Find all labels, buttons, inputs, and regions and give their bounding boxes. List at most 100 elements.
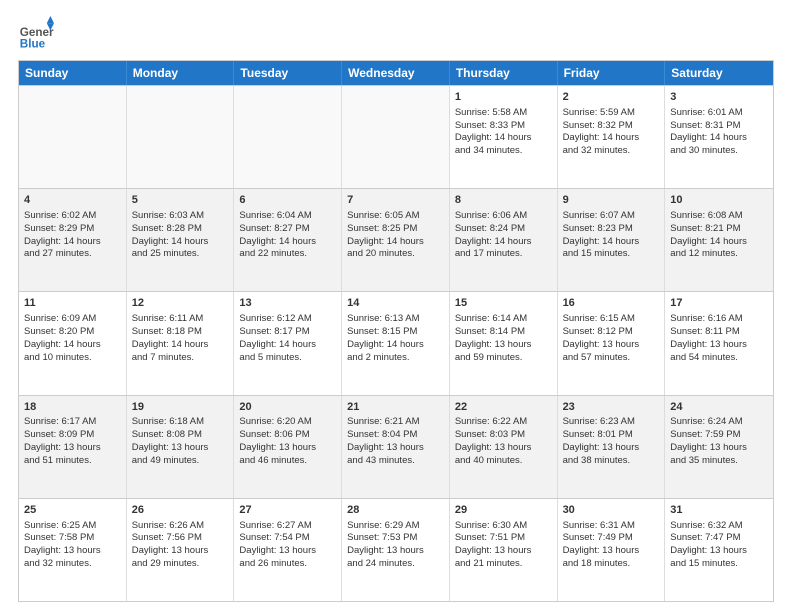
day-info: Daylight: 13 hours bbox=[239, 442, 336, 455]
day-info: Daylight: 14 hours bbox=[563, 132, 660, 145]
day-info: Sunrise: 6:11 AM bbox=[132, 313, 229, 326]
day-number: 6 bbox=[239, 193, 336, 208]
day-info: and 21 minutes. bbox=[455, 558, 552, 571]
day-info: Sunset: 7:53 PM bbox=[347, 532, 444, 545]
calendar-cell: 15Sunrise: 6:14 AMSunset: 8:14 PMDayligh… bbox=[450, 292, 558, 394]
day-number: 31 bbox=[670, 503, 768, 518]
page: General Blue SundayMondayTuesdayWednesda… bbox=[0, 0, 792, 612]
day-info: and 38 minutes. bbox=[563, 455, 660, 468]
day-info: Daylight: 13 hours bbox=[670, 339, 768, 352]
day-info: Daylight: 13 hours bbox=[132, 442, 229, 455]
calendar-cell: 9Sunrise: 6:07 AMSunset: 8:23 PMDaylight… bbox=[558, 189, 666, 291]
day-info: Daylight: 14 hours bbox=[24, 339, 121, 352]
calendar-header: SundayMondayTuesdayWednesdayThursdayFrid… bbox=[19, 61, 773, 85]
calendar-week: 11Sunrise: 6:09 AMSunset: 8:20 PMDayligh… bbox=[19, 291, 773, 394]
day-info: Sunset: 7:49 PM bbox=[563, 532, 660, 545]
day-info: Sunrise: 6:26 AM bbox=[132, 520, 229, 533]
calendar-cell: 22Sunrise: 6:22 AMSunset: 8:03 PMDayligh… bbox=[450, 396, 558, 498]
calendar-cell: 30Sunrise: 6:31 AMSunset: 7:49 PMDayligh… bbox=[558, 499, 666, 601]
calendar-cell: 28Sunrise: 6:29 AMSunset: 7:53 PMDayligh… bbox=[342, 499, 450, 601]
day-info: Daylight: 13 hours bbox=[563, 339, 660, 352]
day-info: Sunrise: 5:58 AM bbox=[455, 107, 552, 120]
day-info: Sunrise: 6:03 AM bbox=[132, 210, 229, 223]
day-info: Sunset: 7:56 PM bbox=[132, 532, 229, 545]
day-info: Sunrise: 6:17 AM bbox=[24, 416, 121, 429]
day-info: Sunset: 8:28 PM bbox=[132, 223, 229, 236]
day-number: 27 bbox=[239, 503, 336, 518]
day-number: 17 bbox=[670, 296, 768, 311]
calendar-cell: 12Sunrise: 6:11 AMSunset: 8:18 PMDayligh… bbox=[127, 292, 235, 394]
day-info: Daylight: 14 hours bbox=[24, 236, 121, 249]
header: General Blue bbox=[18, 16, 774, 52]
calendar-cell: 27Sunrise: 6:27 AMSunset: 7:54 PMDayligh… bbox=[234, 499, 342, 601]
day-info: Sunrise: 6:27 AM bbox=[239, 520, 336, 533]
day-info: and 30 minutes. bbox=[670, 145, 768, 158]
day-info: Sunset: 8:09 PM bbox=[24, 429, 121, 442]
day-info: Sunrise: 6:14 AM bbox=[455, 313, 552, 326]
calendar-cell: 25Sunrise: 6:25 AMSunset: 7:58 PMDayligh… bbox=[19, 499, 127, 601]
day-info: Daylight: 14 hours bbox=[132, 339, 229, 352]
calendar-cell: 24Sunrise: 6:24 AMSunset: 7:59 PMDayligh… bbox=[665, 396, 773, 498]
day-info: Sunset: 8:32 PM bbox=[563, 120, 660, 133]
calendar-cell: 14Sunrise: 6:13 AMSunset: 8:15 PMDayligh… bbox=[342, 292, 450, 394]
day-number: 26 bbox=[132, 503, 229, 518]
calendar-cell: 23Sunrise: 6:23 AMSunset: 8:01 PMDayligh… bbox=[558, 396, 666, 498]
day-info: Daylight: 13 hours bbox=[563, 442, 660, 455]
day-info: and 34 minutes. bbox=[455, 145, 552, 158]
day-info: Sunset: 7:51 PM bbox=[455, 532, 552, 545]
calendar-cell: 1Sunrise: 5:58 AMSunset: 8:33 PMDaylight… bbox=[450, 86, 558, 188]
calendar-cell: 20Sunrise: 6:20 AMSunset: 8:06 PMDayligh… bbox=[234, 396, 342, 498]
day-info: Daylight: 13 hours bbox=[132, 545, 229, 558]
day-info: Sunrise: 6:31 AM bbox=[563, 520, 660, 533]
day-info: and 17 minutes. bbox=[455, 248, 552, 261]
day-info: Sunrise: 6:21 AM bbox=[347, 416, 444, 429]
day-info: Sunset: 8:25 PM bbox=[347, 223, 444, 236]
calendar-cell: 5Sunrise: 6:03 AMSunset: 8:28 PMDaylight… bbox=[127, 189, 235, 291]
day-number: 3 bbox=[670, 90, 768, 105]
day-number: 20 bbox=[239, 400, 336, 415]
day-info: Sunset: 7:59 PM bbox=[670, 429, 768, 442]
calendar-cell: 29Sunrise: 6:30 AMSunset: 7:51 PMDayligh… bbox=[450, 499, 558, 601]
day-info: Daylight: 13 hours bbox=[239, 545, 336, 558]
day-info: Sunrise: 6:29 AM bbox=[347, 520, 444, 533]
day-number: 22 bbox=[455, 400, 552, 415]
day-info: Sunrise: 6:18 AM bbox=[132, 416, 229, 429]
day-info: Sunrise: 6:01 AM bbox=[670, 107, 768, 120]
calendar-header-cell: Tuesday bbox=[234, 61, 342, 85]
calendar-cell: 17Sunrise: 6:16 AMSunset: 8:11 PMDayligh… bbox=[665, 292, 773, 394]
svg-text:Blue: Blue bbox=[20, 38, 46, 51]
day-info: and 46 minutes. bbox=[239, 455, 336, 468]
calendar-cell: 7Sunrise: 6:05 AMSunset: 8:25 PMDaylight… bbox=[342, 189, 450, 291]
day-info: Sunset: 8:11 PM bbox=[670, 326, 768, 339]
calendar-week: 18Sunrise: 6:17 AMSunset: 8:09 PMDayligh… bbox=[19, 395, 773, 498]
day-info: Sunrise: 6:12 AM bbox=[239, 313, 336, 326]
calendar-week: 25Sunrise: 6:25 AMSunset: 7:58 PMDayligh… bbox=[19, 498, 773, 601]
day-number: 25 bbox=[24, 503, 121, 518]
day-info: and 18 minutes. bbox=[563, 558, 660, 571]
day-number: 14 bbox=[347, 296, 444, 311]
day-info: Sunset: 8:06 PM bbox=[239, 429, 336, 442]
day-info: Daylight: 13 hours bbox=[347, 442, 444, 455]
day-number: 11 bbox=[24, 296, 121, 311]
day-info: Sunset: 8:01 PM bbox=[563, 429, 660, 442]
day-info: Sunrise: 5:59 AM bbox=[563, 107, 660, 120]
day-info: and 27 minutes. bbox=[24, 248, 121, 261]
day-info: and 2 minutes. bbox=[347, 352, 444, 365]
day-info: Daylight: 14 hours bbox=[347, 339, 444, 352]
day-info: Sunrise: 6:25 AM bbox=[24, 520, 121, 533]
day-info: and 24 minutes. bbox=[347, 558, 444, 571]
day-info: Sunrise: 6:09 AM bbox=[24, 313, 121, 326]
day-number: 28 bbox=[347, 503, 444, 518]
calendar-cell: 16Sunrise: 6:15 AMSunset: 8:12 PMDayligh… bbox=[558, 292, 666, 394]
day-number: 8 bbox=[455, 193, 552, 208]
calendar-cell: 11Sunrise: 6:09 AMSunset: 8:20 PMDayligh… bbox=[19, 292, 127, 394]
day-number: 7 bbox=[347, 193, 444, 208]
calendar-cell bbox=[234, 86, 342, 188]
calendar-cell: 2Sunrise: 5:59 AMSunset: 8:32 PMDaylight… bbox=[558, 86, 666, 188]
calendar: SundayMondayTuesdayWednesdayThursdayFrid… bbox=[18, 60, 774, 602]
day-info: Sunset: 8:31 PM bbox=[670, 120, 768, 133]
day-info: and 40 minutes. bbox=[455, 455, 552, 468]
day-info: Sunrise: 6:04 AM bbox=[239, 210, 336, 223]
day-info: Sunset: 8:04 PM bbox=[347, 429, 444, 442]
logo-icon: General Blue bbox=[18, 16, 54, 52]
